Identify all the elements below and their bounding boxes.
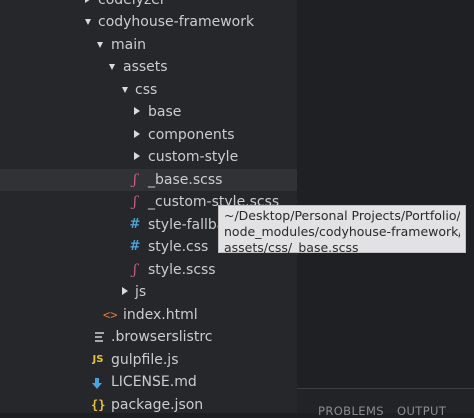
tree-folder-base[interactable]: base bbox=[0, 101, 297, 123]
tree-label: package.json bbox=[111, 397, 204, 413]
html-icon: <> bbox=[103, 308, 118, 322]
lines-icon bbox=[95, 332, 104, 342]
tree-label: .browserslistrc bbox=[111, 329, 213, 345]
tree-folder-codyhouse-framework[interactable]: codyhouse-framework bbox=[0, 11, 297, 33]
download-icon bbox=[91, 376, 103, 389]
bottom-panel: PROBLEMS OUTPUT bbox=[297, 389, 474, 418]
tree-folder-main[interactable]: main bbox=[0, 34, 297, 56]
tree-label: assets bbox=[123, 59, 168, 75]
tree-label: _base.scss bbox=[148, 172, 223, 188]
tree-label: codelyzer bbox=[98, 0, 166, 8]
tree-folder-codelyzer[interactable]: codelyzer bbox=[0, 0, 297, 11]
hash-icon: # bbox=[129, 217, 141, 232]
tooltip-line: assets/css/_base.scss bbox=[224, 240, 359, 255]
tree-file-index-html[interactable]: <> index.html bbox=[0, 304, 297, 326]
tree-label: js bbox=[135, 284, 147, 300]
tooltip-line: ~/Desktop/Personal Projects/Portfolio/ bbox=[224, 208, 460, 223]
chevron-right-icon[interactable] bbox=[134, 107, 140, 115]
tree-label: codyhouse-framework bbox=[98, 14, 255, 30]
sass-icon: ʃ bbox=[133, 262, 137, 278]
tree-file-package-json[interactable]: {} package.json bbox=[0, 394, 297, 413]
tooltip-line: node_modules/codyhouse-framework/main/ bbox=[224, 224, 460, 239]
tree-label: custom-style bbox=[148, 149, 239, 165]
sass-icon: ʃ bbox=[133, 172, 137, 188]
chevron-right-icon[interactable] bbox=[134, 152, 140, 160]
sass-icon: ʃ bbox=[133, 194, 137, 210]
json-icon: {} bbox=[91, 398, 106, 412]
tree-file-license-md[interactable]: LICENSE.md bbox=[0, 371, 297, 393]
chevron-down-icon[interactable] bbox=[85, 19, 91, 25]
tree-label: gulpfile.js bbox=[111, 352, 179, 368]
chevron-down-icon[interactable] bbox=[109, 64, 115, 70]
tree-label: style.css bbox=[148, 239, 209, 255]
tree-folder-assets[interactable]: assets bbox=[0, 56, 297, 78]
tree-folder-css[interactable]: css bbox=[0, 79, 297, 101]
tree-label: style.scss bbox=[148, 262, 216, 278]
path-tooltip: ~/Desktop/Personal Projects/Portfolio/ n… bbox=[218, 205, 466, 255]
tree-label: LICENSE.md bbox=[111, 374, 197, 390]
tree-label: main bbox=[111, 37, 146, 53]
chevron-down-icon[interactable] bbox=[122, 87, 128, 93]
tree-file-style-scss[interactable]: ʃ style.scss bbox=[0, 259, 297, 281]
tree-label: base bbox=[148, 104, 182, 120]
tree-label: components bbox=[148, 127, 235, 143]
editor-area bbox=[297, 0, 474, 388]
js-icon: JS bbox=[92, 354, 104, 365]
tab-problems[interactable]: PROBLEMS bbox=[318, 404, 384, 418]
tree-label: index.html bbox=[123, 307, 198, 323]
tree-file-base-scss[interactable]: ʃ _base.scss bbox=[0, 169, 297, 191]
tree-file-browserslistrc[interactable]: .browserslistrc bbox=[0, 326, 297, 348]
tree-folder-custom-style[interactable]: custom-style bbox=[0, 146, 297, 168]
tab-output[interactable]: OUTPUT bbox=[397, 404, 446, 418]
chevron-right-icon[interactable] bbox=[122, 287, 128, 295]
tree-folder-js[interactable]: js bbox=[0, 281, 297, 303]
chevron-down-icon[interactable] bbox=[97, 42, 103, 48]
chevron-right-icon[interactable] bbox=[134, 130, 140, 138]
tree-folder-components[interactable]: components bbox=[0, 124, 297, 146]
hash-icon: # bbox=[129, 239, 141, 254]
tree-label: css bbox=[135, 82, 158, 98]
chevron-right-icon[interactable] bbox=[85, 0, 91, 3]
tree-file-gulpfile-js[interactable]: JS gulpfile.js bbox=[0, 349, 297, 371]
